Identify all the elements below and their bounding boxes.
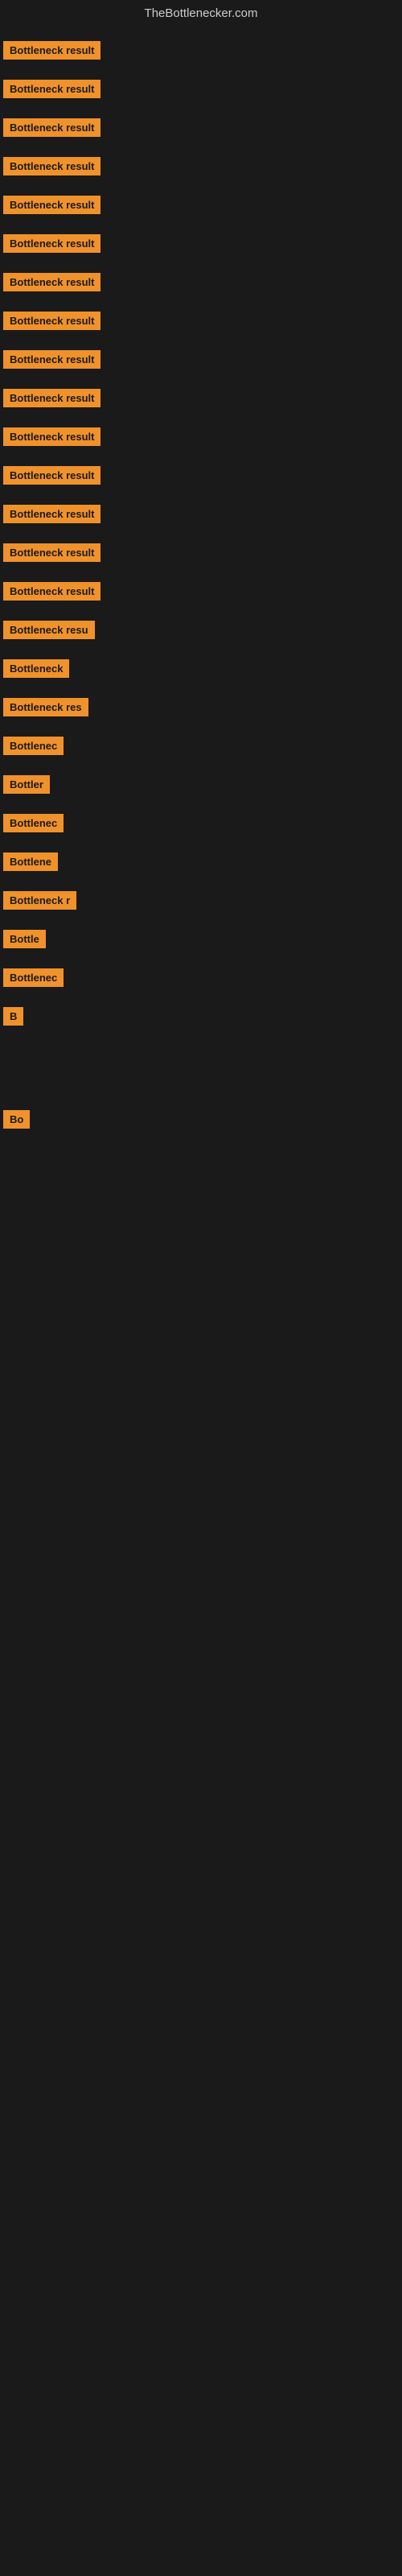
bottleneck-badge[interactable]: Bottleneck result bbox=[3, 543, 100, 562]
bottleneck-badge[interactable]: Bottleneck result bbox=[3, 582, 100, 601]
site-title: TheBottlenecker.com bbox=[0, 0, 402, 30]
list-item: Bottlenec bbox=[0, 806, 402, 844]
site-header: TheBottlenecker.com bbox=[0, 0, 402, 30]
bottleneck-badge[interactable]: B bbox=[3, 1007, 23, 1026]
bottleneck-badge[interactable]: Bottleneck result bbox=[3, 505, 100, 523]
list-item: Bottleneck result bbox=[0, 342, 402, 381]
bottleneck-badge[interactable]: Bottleneck result bbox=[3, 118, 100, 137]
list-item: Bottler bbox=[0, 767, 402, 806]
bottleneck-badge[interactable]: Bottle bbox=[3, 930, 46, 948]
bottleneck-badge[interactable]: Bottleneck result bbox=[3, 196, 100, 214]
bottleneck-badge[interactable]: Bo bbox=[3, 1110, 30, 1129]
list-item: Bottleneck result bbox=[0, 110, 402, 149]
bottleneck-badge[interactable]: Bottleneck result bbox=[3, 466, 100, 485]
list-item: Bottleneck result bbox=[0, 33, 402, 72]
list-item: Bottleneck result bbox=[0, 149, 402, 188]
list-item: Bottleneck resu bbox=[0, 613, 402, 651]
list-item: Bottlene bbox=[0, 844, 402, 883]
bottleneck-badge[interactable]: Bottleneck result bbox=[3, 273, 100, 291]
bottleneck-badge[interactable]: Bottlene bbox=[3, 852, 58, 871]
list-item: Bottleneck result bbox=[0, 303, 402, 342]
list-item: Bottleneck result bbox=[0, 265, 402, 303]
list-item bbox=[0, 1086, 402, 1102]
list-item bbox=[0, 1157, 402, 1173]
list-item: Bottlenec bbox=[0, 729, 402, 767]
bottleneck-badge[interactable]: Bottleneck resu bbox=[3, 621, 95, 639]
list-item bbox=[0, 1038, 402, 1054]
bottleneck-badge[interactable]: Bottlenec bbox=[3, 814, 64, 832]
list-item: Bottleneck result bbox=[0, 574, 402, 613]
list-item: Bottle bbox=[0, 922, 402, 960]
list-item: Bottleneck r bbox=[0, 883, 402, 922]
bottleneck-badge[interactable]: Bottleneck result bbox=[3, 389, 100, 407]
bottleneck-badge[interactable]: Bottleneck result bbox=[3, 350, 100, 369]
bottleneck-badge[interactable]: Bottleneck bbox=[3, 659, 69, 678]
list-item: Bottleneck result bbox=[0, 226, 402, 265]
bottleneck-badge[interactable]: Bottleneck result bbox=[3, 157, 100, 175]
list-item: Bottleneck result bbox=[0, 419, 402, 458]
bottleneck-badge[interactable]: Bottler bbox=[3, 775, 50, 794]
list-item bbox=[0, 1189, 402, 1205]
list-item: Bottleneck result bbox=[0, 458, 402, 497]
list-item: Bottleneck result bbox=[0, 381, 402, 419]
list-item bbox=[0, 1070, 402, 1086]
list-item: Bottleneck result bbox=[0, 535, 402, 574]
bottleneck-badge[interactable]: Bottlenec bbox=[3, 968, 64, 987]
list-item bbox=[0, 1141, 402, 1157]
bottleneck-badge[interactable]: Bottleneck result bbox=[3, 41, 100, 60]
bottleneck-badge[interactable]: Bottleneck result bbox=[3, 427, 100, 446]
list-item bbox=[0, 1173, 402, 1189]
list-item bbox=[0, 1054, 402, 1070]
list-item: Bottleneck result bbox=[0, 72, 402, 110]
list-item: Bottlenec bbox=[0, 960, 402, 999]
list-item: Bottleneck bbox=[0, 651, 402, 690]
list-item: Bo bbox=[0, 1102, 402, 1141]
bottleneck-badge[interactable]: Bottleneck result bbox=[3, 312, 100, 330]
bottleneck-badge[interactable]: Bottleneck result bbox=[3, 80, 100, 98]
list-item: Bottleneck res bbox=[0, 690, 402, 729]
bottleneck-badge[interactable]: Bottleneck r bbox=[3, 891, 76, 910]
list-item: Bottleneck result bbox=[0, 497, 402, 535]
bottleneck-badge[interactable]: Bottleneck res bbox=[3, 698, 88, 716]
bottleneck-badge[interactable]: Bottleneck result bbox=[3, 234, 100, 253]
list-item: Bottleneck result bbox=[0, 188, 402, 226]
list-item: B bbox=[0, 999, 402, 1038]
items-container: Bottleneck result Bottleneck result Bottle… bbox=[0, 30, 402, 1205]
bottleneck-badge[interactable]: Bottlenec bbox=[3, 737, 64, 755]
